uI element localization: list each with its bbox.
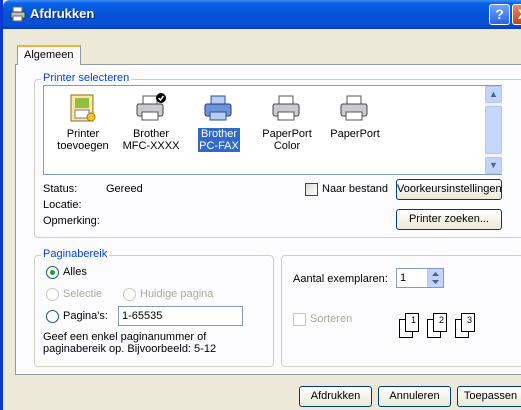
collate-page: 2 (433, 313, 447, 332)
title-bar[interactable]: Afdrukken ? X (3, 0, 521, 29)
printer-icon (272, 95, 300, 121)
comment-label: Opmerking: (43, 215, 100, 227)
printer-label-line1: Brother (200, 128, 238, 140)
printer-list-scrollbar[interactable]: ▲ ▼ (485, 86, 502, 174)
page-range-hint: Geef een enkel paginanummer of paginaber… (43, 331, 217, 355)
radio-selection-label[interactable]: Selectie (63, 288, 102, 300)
window-title: Afdrukken (30, 6, 95, 21)
printer-label-line2: MFC-XXXX (122, 140, 180, 152)
apply-button[interactable]: Toepassen (457, 386, 521, 407)
copies-label: Aantal exemplaren: (293, 273, 388, 285)
preferences-button[interactable]: Voorkeursinstellingen (396, 179, 502, 200)
printer-label-line1: PaperPort (330, 128, 380, 140)
printer-default-icon (136, 93, 166, 121)
collate-page: 1 (405, 313, 419, 332)
status-value: Gereed (106, 183, 143, 195)
printer-icon (340, 95, 368, 121)
printer-label-line1: Brother (132, 128, 170, 140)
spinner-arrows-icon (432, 272, 439, 284)
radio-all[interactable] (46, 266, 59, 279)
radio-current-page-label[interactable]: Huidige pagina (140, 288, 213, 300)
find-printer-button[interactable]: Printer zoeken... (396, 209, 502, 230)
scroll-down-icon[interactable]: ▼ (485, 157, 502, 174)
scroll-thumb[interactable] (485, 106, 502, 154)
printer-item-brother-mfc[interactable]: Brother MFC-XXXX (117, 92, 185, 152)
add-printer-icon (70, 94, 96, 122)
print-dialog: Afdrukken ? X Algemeen Printer selectere… (0, 0, 521, 410)
print-button[interactable]: Afdrukken (299, 386, 372, 407)
printer-icon (10, 6, 26, 22)
printer-select-legend: Printer selecteren (41, 72, 132, 84)
page-range-legend: Paginabereik (41, 248, 110, 260)
copies-value: 1 (400, 272, 407, 284)
radio-pages[interactable] (46, 310, 59, 323)
printer-label-line1: Printer (66, 128, 100, 140)
printer-label-line2: toevoegen (57, 140, 109, 152)
collate-page: 3 (461, 313, 475, 332)
printer-item-paperport[interactable]: PaperPort (321, 92, 389, 140)
collate-checkbox[interactable] (293, 313, 306, 326)
printer-label-line1: PaperPort (262, 128, 312, 140)
print-to-file-checkbox[interactable] (305, 183, 318, 196)
scroll-up-icon[interactable]: ▲ (485, 86, 502, 103)
cancel-button[interactable]: Annuleren (378, 386, 451, 407)
print-to-file-label[interactable]: Naar bestand (322, 183, 388, 195)
collate-label[interactable]: Sorteren (310, 313, 352, 325)
printer-label-line2: PC-FAX (199, 140, 239, 152)
radio-current-page[interactable] (123, 288, 136, 301)
location-label: Locatie: (43, 199, 82, 211)
copies-spinner[interactable] (427, 269, 443, 287)
radio-pages-label[interactable]: Pagina's: (63, 310, 108, 322)
status-label: Status: (43, 183, 78, 195)
printer-label-line2: Color (273, 140, 301, 152)
printer-item-add[interactable]: Printer toevoegen (49, 92, 117, 152)
radio-selection[interactable] (46, 288, 59, 301)
tab-general[interactable]: Algemeen (17, 45, 81, 65)
printer-list[interactable]: Printer toevoegen Brother MFC-XXXX Brother… (43, 85, 502, 175)
printer-item-paperport-color[interactable]: PaperPort Color (253, 92, 321, 152)
printer-item-brother-pcfax[interactable]: Brother PC-FAX (185, 92, 253, 152)
radio-all-label[interactable]: Alles (63, 266, 87, 278)
pages-input[interactable]: 1-65535 (118, 306, 243, 326)
close-button[interactable]: X (512, 4, 521, 25)
help-button[interactable]: ? (489, 4, 510, 25)
printer-icon (204, 95, 232, 121)
